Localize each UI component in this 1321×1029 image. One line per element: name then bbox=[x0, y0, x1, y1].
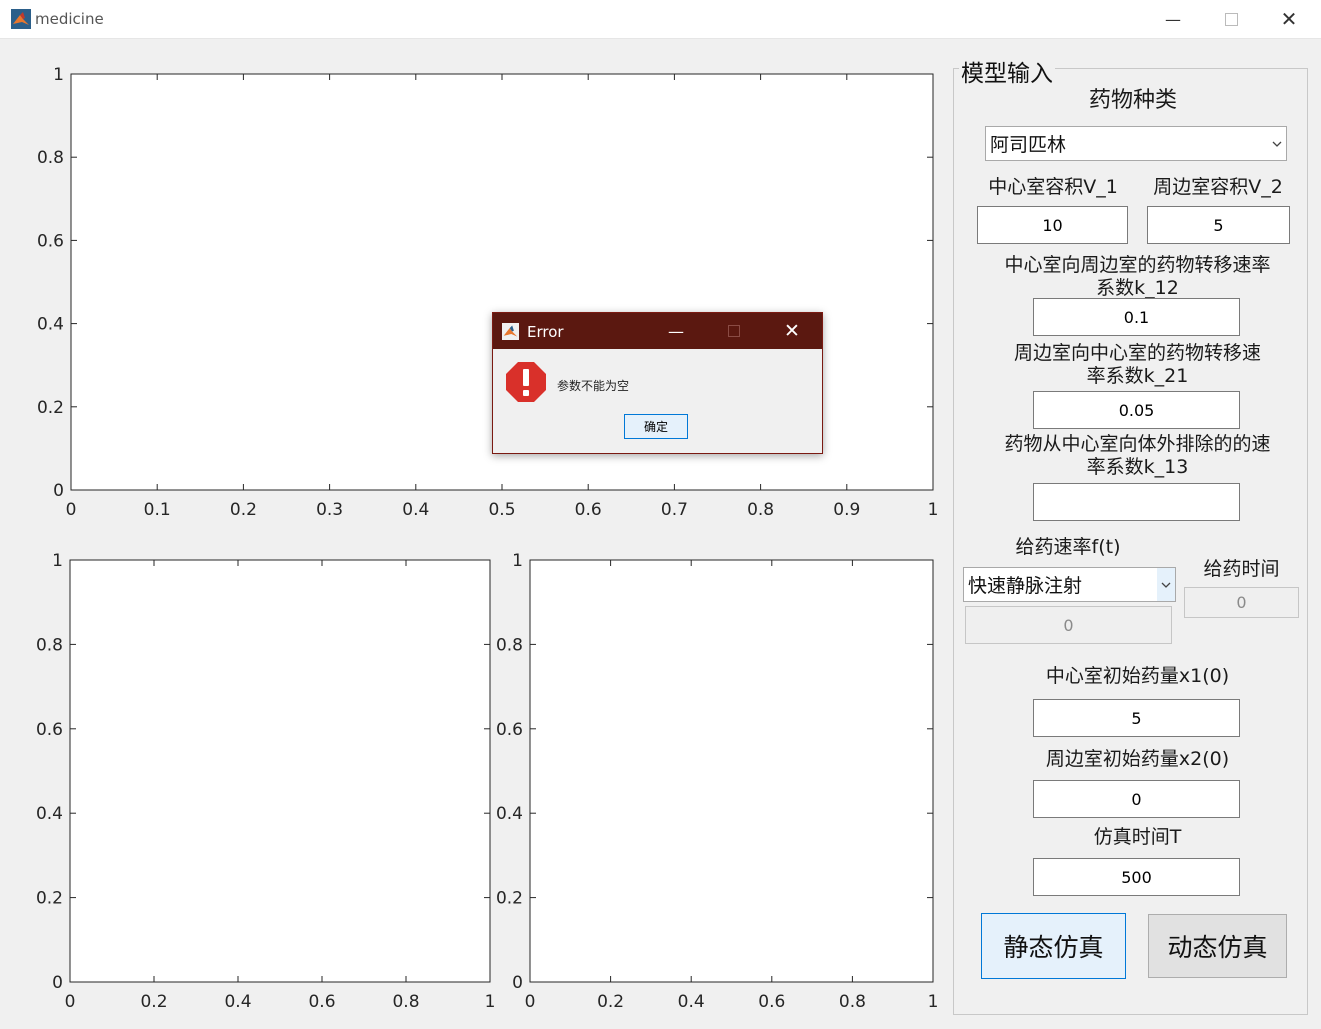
top-axes-ytick-label: 0 bbox=[53, 481, 64, 501]
bottom-left-axes-ytick-label: 0.8 bbox=[36, 635, 63, 655]
bottom-left-axes-xtick-label: 0.4 bbox=[224, 992, 251, 1012]
bottom-right-axes-ytick-label: 0.2 bbox=[496, 889, 523, 909]
k13-label-line1: 药物从中心室向体外排除的的速 bbox=[1004, 433, 1271, 455]
top-axes-ytick-label: 0.6 bbox=[37, 231, 64, 251]
k13-input[interactable] bbox=[1033, 483, 1240, 521]
sim-time-label: 仿真时间T bbox=[1093, 826, 1182, 848]
x2-input[interactable] bbox=[1033, 780, 1240, 818]
matlab-icon bbox=[502, 323, 519, 340]
v1-input[interactable] bbox=[977, 206, 1128, 244]
top-axes-xtick-label: 0.8 bbox=[747, 500, 774, 520]
dynamic-simulation-button[interactable]: 动态仿真 bbox=[1148, 914, 1287, 978]
dialog-close-icon[interactable]: ✕ bbox=[763, 313, 821, 349]
dialog-maximize-icon[interactable] bbox=[705, 313, 763, 349]
dialog-title: Error bbox=[527, 323, 564, 341]
bottom-left-axes-ytick-label: 0.4 bbox=[36, 804, 63, 824]
top-axes-xtick-label: 0.5 bbox=[488, 500, 515, 520]
top-axes-xtick-label: 0 bbox=[66, 500, 77, 520]
bottom-right-axes-ytick-label: 1 bbox=[512, 551, 523, 571]
close-icon[interactable]: ✕ bbox=[1266, 0, 1312, 38]
bottom-left-axes-xtick-label: 0.8 bbox=[392, 992, 419, 1012]
bottom-right-axes-xtick-label: 0.4 bbox=[678, 992, 705, 1012]
panel-title: 模型输入 bbox=[959, 54, 1055, 88]
rate-select-value: 快速静脉注射 bbox=[968, 575, 1083, 597]
bottom-right-axes-xtick-label: 0.2 bbox=[597, 992, 624, 1012]
dialog-minimize-icon[interactable]: — bbox=[647, 313, 705, 349]
x1-input[interactable] bbox=[1033, 699, 1240, 737]
error-icon bbox=[506, 362, 546, 402]
dialog-title-bar: Error — ✕ bbox=[493, 313, 822, 349]
matlab-icon bbox=[11, 9, 31, 29]
top-axes-xtick-label: 0.7 bbox=[661, 500, 688, 520]
rate-label: 给药速率f(t) bbox=[1015, 536, 1121, 558]
v2-label: 周边室容积V_2 bbox=[1153, 176, 1283, 198]
top-axes-ytick-label: 0.2 bbox=[37, 398, 64, 418]
bottom-left-axes-ytick-label: 1 bbox=[52, 551, 63, 571]
k12-label-line1: 中心室向周边室的药物转移速率 bbox=[1004, 254, 1271, 276]
time-input[interactable] bbox=[1184, 587, 1299, 618]
top-axes-xtick-label: 0.1 bbox=[144, 500, 171, 520]
drug-type-label: 药物种类 bbox=[1088, 88, 1177, 113]
v2-input[interactable] bbox=[1147, 206, 1290, 244]
minimize-icon[interactable]: — bbox=[1150, 0, 1196, 38]
top-axes-ytick-label: 0.4 bbox=[37, 315, 64, 335]
bottom-right-axes-xtick-label: 0.8 bbox=[839, 992, 866, 1012]
x1-label: 中心室初始药量x1(0) bbox=[1045, 665, 1230, 687]
top-axes-xtick-label: 1 bbox=[928, 500, 939, 520]
bottom-left-axes-xtick-label: 0.6 bbox=[308, 992, 335, 1012]
ok-button[interactable]: 确定 bbox=[624, 414, 688, 439]
time-label: 给药时间 bbox=[1203, 558, 1280, 580]
rate-input[interactable] bbox=[965, 606, 1172, 644]
bottom-left-axes-xtick-label: 0 bbox=[65, 992, 76, 1012]
dialog-message: 参数不能为空 bbox=[557, 379, 630, 393]
bottom-right-axes-xtick-label: 1 bbox=[928, 992, 939, 1012]
bottom-right-axes-xtick-label: 0.6 bbox=[758, 992, 785, 1012]
plot-area: 0 0.1 0.2 0.3 0.4 0.5 0.6 0.7 0.8 0.9 100.20.40.60… bbox=[36, 65, 939, 1012]
x2-label: 周边室初始药量x2(0) bbox=[1045, 748, 1230, 770]
window-title: medicine bbox=[35, 10, 104, 28]
top-axes-ytick-label: 1 bbox=[53, 65, 64, 85]
axes-bottom-right: 0 0.2 0.4 0.6 0.8 1 0 0.2 0.4 0.6 0.8 1 bbox=[496, 551, 938, 1012]
bottom-left-axes-ytick-label: 0 bbox=[52, 973, 63, 993]
k21-input[interactable] bbox=[1033, 391, 1240, 429]
static-simulation-button[interactable]: 静态仿真 bbox=[981, 913, 1126, 979]
v1-label: 中心室容积V_1 bbox=[988, 176, 1118, 198]
bottom-right-axes-ytick-label: 0.8 bbox=[496, 635, 523, 655]
k21-label-line2: 率系数k_21 bbox=[1086, 365, 1189, 387]
top-axes-ytick-label: 0.8 bbox=[37, 148, 64, 168]
bottom-right-axes-ytick-label: 0.6 bbox=[496, 720, 523, 740]
bottom-right-axes-ytick-label: 0.4 bbox=[496, 804, 523, 824]
k12-input[interactable] bbox=[1033, 298, 1240, 336]
bottom-right-axes-xtick-label: 0 bbox=[525, 992, 536, 1012]
error-dialog: Error — ✕ 参数不能为空 确定 bbox=[492, 312, 823, 454]
bottom-right-axes-ytick-label: 0 bbox=[512, 973, 523, 993]
chevron-down-icon bbox=[1268, 127, 1286, 160]
rate-select[interactable]: 快速静脉注射 bbox=[963, 567, 1176, 602]
top-axes-xtick-label: 0.3 bbox=[316, 500, 343, 520]
bottom-left-axes-plot-box bbox=[69, 559, 491, 983]
top-axes-xtick-label: 0.6 bbox=[575, 500, 602, 520]
chevron-down-icon bbox=[1157, 568, 1175, 601]
sim-time-input[interactable] bbox=[1033, 858, 1240, 896]
drug-type-select[interactable]: 阿司匹林 bbox=[985, 126, 1287, 161]
bottom-left-axes-ytick-label: 0.6 bbox=[36, 720, 63, 740]
bottom-right-axes-plot-box bbox=[529, 559, 934, 983]
k13-label-line2: 率系数k_13 bbox=[1086, 456, 1189, 478]
bottom-left-axes-ytick-label: 0.2 bbox=[36, 889, 63, 909]
top-axes-xtick-label: 0.4 bbox=[402, 500, 429, 520]
maximize-icon[interactable] bbox=[1208, 0, 1254, 38]
window-title-bar: medicine — ✕ bbox=[0, 0, 1321, 39]
top-axes-xtick-label: 0.9 bbox=[833, 500, 860, 520]
bottom-left-axes-xtick-label: 1 bbox=[485, 992, 496, 1012]
k21-label-line1: 周边室向中心室的药物转移速 bbox=[1013, 342, 1261, 364]
bottom-left-axes-xtick-label: 0.2 bbox=[140, 992, 167, 1012]
drug-type-value: 阿司匹林 bbox=[990, 134, 1067, 156]
axes-bottom-left: 0 0.2 0.4 0.6 0.8 1 0 0.2 0.4 0.6 0.8 1 bbox=[36, 551, 495, 1012]
top-axes-xtick-label: 0.2 bbox=[230, 500, 257, 520]
k12-label-line2: 系数k_12 bbox=[1096, 277, 1179, 299]
